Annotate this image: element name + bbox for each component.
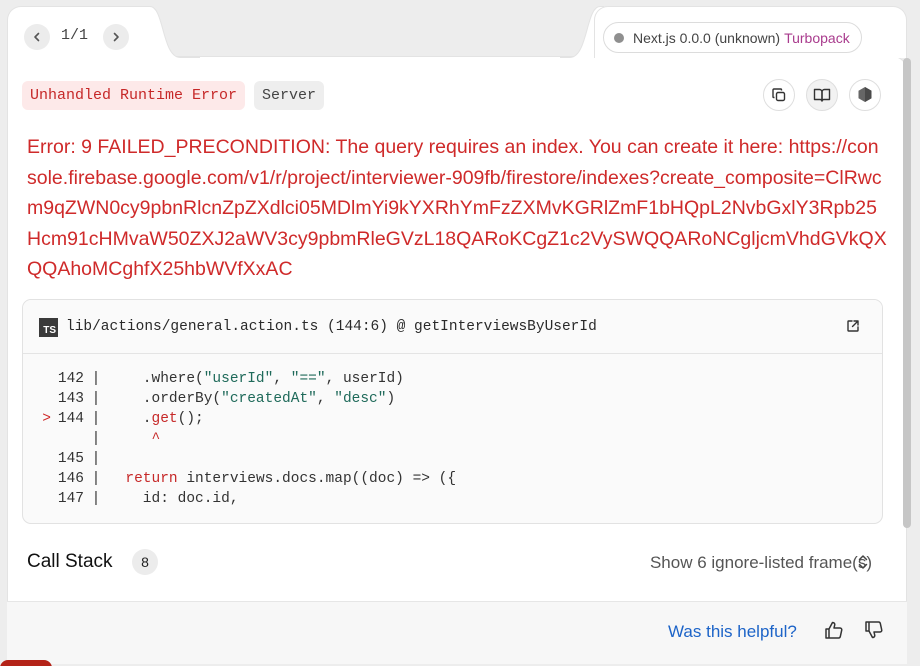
code-text: id: doc.id, bbox=[108, 491, 239, 507]
error-indicator-edge[interactable] bbox=[0, 660, 52, 666]
call-stack-title: Call Stack bbox=[27, 551, 113, 572]
gutter-separator: | bbox=[91, 371, 101, 387]
code-line: >144 | .get(); bbox=[23, 409, 882, 429]
gutter-separator: | bbox=[91, 491, 101, 507]
docs-button[interactable] bbox=[806, 79, 838, 111]
code-frame: TS lib/actions/general.action.ts (144:6)… bbox=[22, 299, 883, 524]
line-number: 142 bbox=[57, 371, 84, 387]
code-frame-header: TS lib/actions/general.action.ts (144:6)… bbox=[23, 300, 882, 354]
gutter-separator: | bbox=[91, 391, 101, 407]
thumbs-up-icon[interactable] bbox=[824, 620, 844, 640]
code-text: .get(); bbox=[108, 411, 204, 427]
version-pill[interactable]: Next.js 0.0.0 (unknown) Turbopack bbox=[603, 22, 862, 53]
gutter-separator: | bbox=[91, 411, 101, 427]
error-line-marker bbox=[23, 449, 55, 469]
code-text: .where("userId", "==", userId) bbox=[108, 371, 404, 387]
error-line-marker: > bbox=[42, 411, 51, 427]
code-line: 146 | return interviews.docs.map((doc) =>… bbox=[23, 469, 882, 489]
code-file-path[interactable]: lib/actions/general.action.ts (144:6) @ … bbox=[66, 319, 597, 335]
error-counter: 1/1 bbox=[61, 27, 89, 44]
line-number: 147 bbox=[57, 491, 84, 507]
show-ignored-frames-button[interactable]: Show 6 ignore-listed frame(s) bbox=[650, 553, 872, 573]
error-line-marker bbox=[23, 429, 55, 449]
line-number: 145 bbox=[57, 451, 84, 467]
call-stack-count: 8 bbox=[132, 549, 158, 575]
line-number: 146 bbox=[57, 471, 84, 487]
error-type-badge: Unhandled Runtime Error bbox=[22, 81, 246, 110]
code-line: 145 | bbox=[23, 449, 882, 469]
code-body: 142 | .where("userId", "==", userId) 143 | … bbox=[23, 354, 882, 509]
line-number: 144 bbox=[57, 411, 84, 427]
typescript-icon: TS bbox=[39, 318, 58, 337]
version-label: Next.js 0.0.0 (unknown) bbox=[633, 29, 781, 46]
gutter-separator: | bbox=[91, 431, 101, 447]
book-icon bbox=[813, 88, 831, 102]
code-line: 142 | .where("userId", "==", userId) bbox=[23, 369, 882, 389]
chevron-right-icon bbox=[113, 32, 119, 42]
chevron-left-icon bbox=[34, 32, 40, 42]
environment-badge: Server bbox=[254, 81, 325, 110]
gutter-separator: | bbox=[91, 451, 101, 467]
external-link-icon[interactable] bbox=[846, 319, 860, 333]
tab-curve-left bbox=[140, 6, 200, 58]
line-number bbox=[55, 429, 84, 449]
helpful-prompt: Was this helpful? bbox=[668, 622, 797, 641]
scrollbar[interactable] bbox=[903, 58, 911, 528]
error-line-marker bbox=[23, 489, 55, 509]
gutter-separator: | bbox=[91, 471, 101, 487]
line-number: 143 bbox=[57, 391, 84, 407]
copy-button[interactable] bbox=[763, 79, 795, 111]
code-line: 147 | id: doc.id, bbox=[23, 489, 882, 509]
code-line: | ^ bbox=[23, 429, 882, 449]
nodejs-inspector-button[interactable] bbox=[849, 79, 881, 111]
prev-error-button[interactable] bbox=[24, 24, 50, 50]
copy-icon bbox=[772, 88, 786, 102]
code-text: .orderBy("createdAt", "desc") bbox=[108, 391, 396, 407]
next-error-button[interactable] bbox=[103, 24, 129, 50]
error-message[interactable]: Error: 9 FAILED_PRECONDITION: The query … bbox=[27, 132, 887, 285]
nodejs-icon bbox=[858, 87, 872, 102]
code-text: ^ bbox=[151, 431, 161, 447]
code-line: 143 | .orderBy("createdAt", "desc") bbox=[23, 389, 882, 409]
thumbs-down-icon[interactable] bbox=[864, 620, 884, 640]
bundler-label: Turbopack bbox=[784, 29, 850, 46]
error-line-marker bbox=[23, 389, 55, 409]
status-dot-icon bbox=[614, 32, 624, 43]
error-line-marker bbox=[23, 469, 55, 489]
error-line-marker bbox=[23, 369, 55, 389]
chevron-up-down-icon[interactable] bbox=[855, 553, 871, 571]
code-text: return interviews.docs.map((doc) => ({ bbox=[125, 471, 457, 487]
